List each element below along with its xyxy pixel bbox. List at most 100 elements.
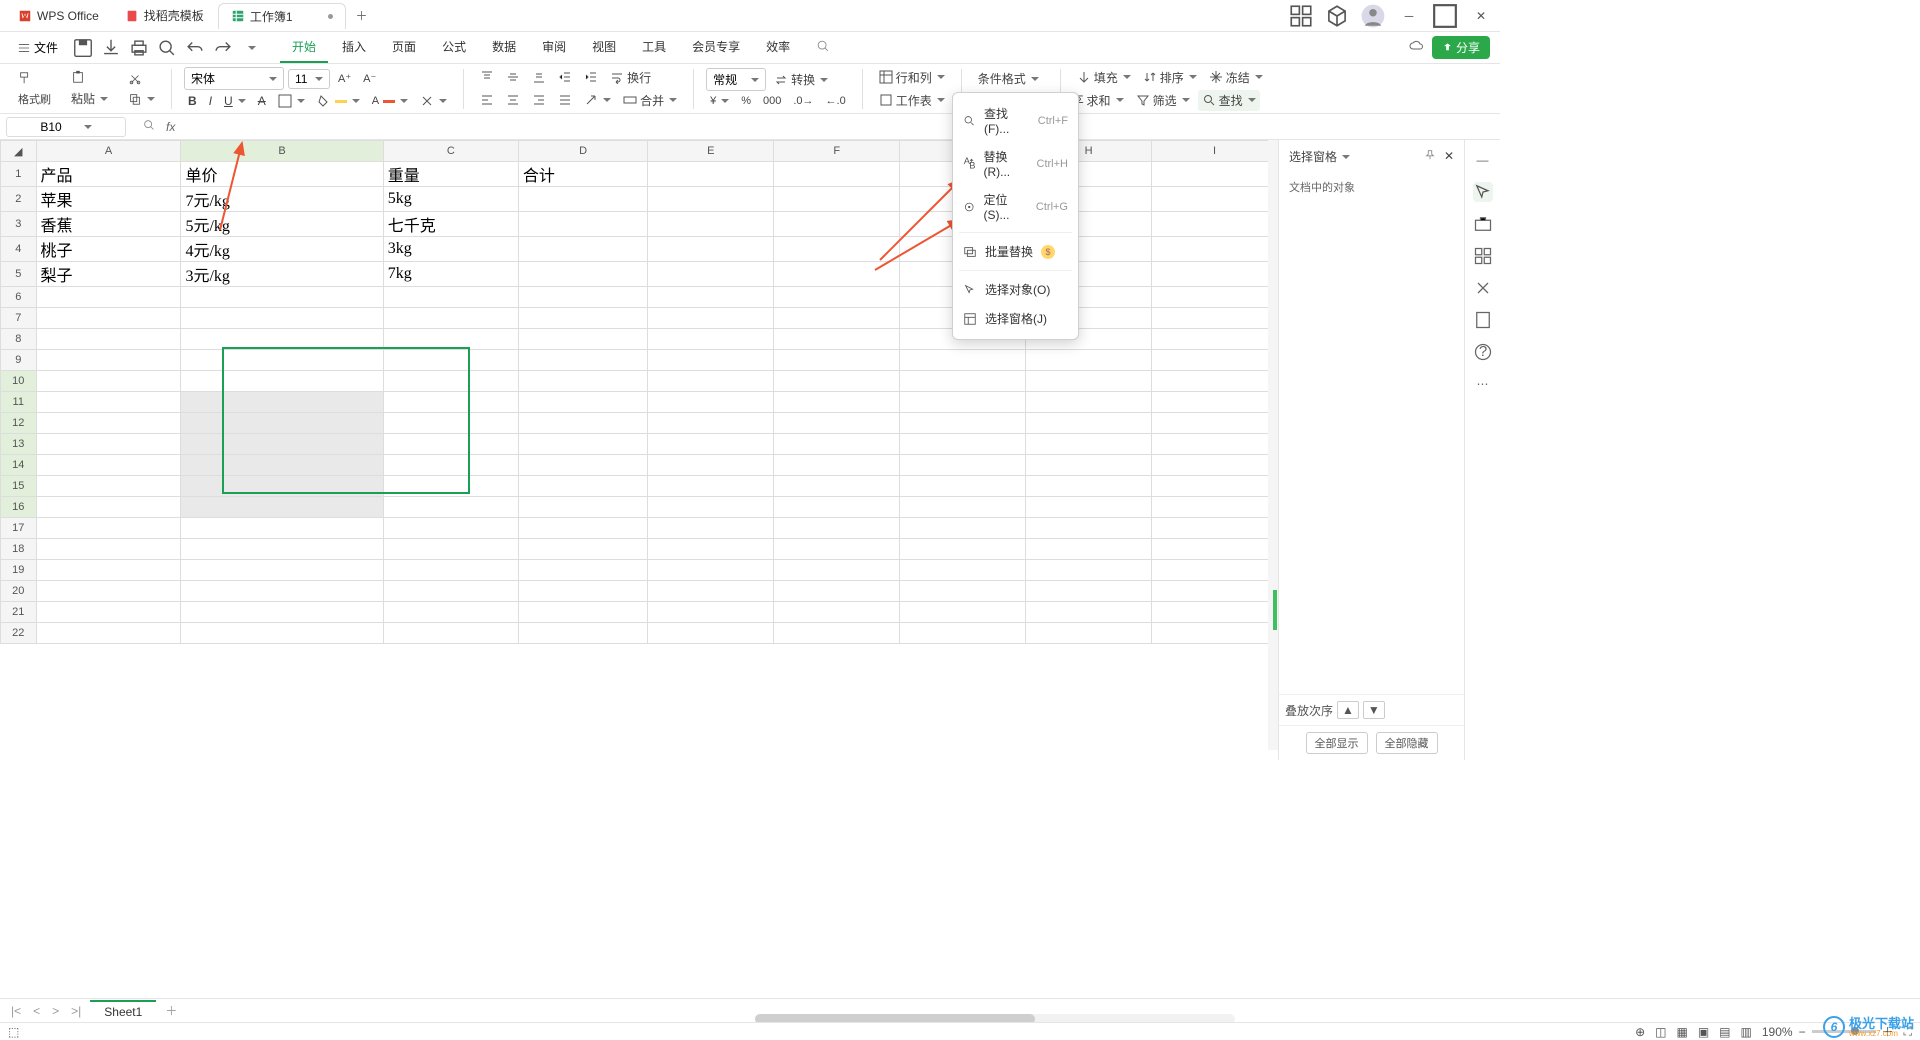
- inc-font[interactable]: A⁺: [334, 70, 355, 87]
- freeze[interactable]: 冻结: [1205, 67, 1267, 88]
- rowh[interactable]: 9: [1, 350, 37, 371]
- number-format[interactable]: 常规: [706, 68, 766, 91]
- share-button[interactable]: 分享: [1432, 36, 1490, 59]
- align-just[interactable]: [554, 91, 576, 109]
- select-tool-icon[interactable]: [1473, 182, 1493, 202]
- rowh[interactable]: 7: [1, 308, 37, 329]
- status-icon[interactable]: ▦: [1676, 1025, 1687, 1039]
- tab-template[interactable]: 找稻壳模板: [113, 3, 216, 28]
- fill-color[interactable]: [313, 92, 364, 110]
- align-right[interactable]: [528, 91, 550, 109]
- cloud-icon[interactable]: [1408, 38, 1424, 57]
- tab-efficiency[interactable]: 效率: [754, 32, 802, 63]
- font-size-select[interactable]: 11: [288, 69, 330, 89]
- rowcol[interactable]: 行和列: [875, 67, 949, 88]
- fill[interactable]: 填充: [1073, 67, 1135, 88]
- view-page-icon[interactable]: ▤: [1719, 1025, 1730, 1039]
- rowh[interactable]: 6: [1, 287, 37, 308]
- dec-font[interactable]: A⁻: [359, 70, 380, 87]
- cell[interactable]: 5元/kg: [181, 212, 383, 237]
- menu-batch-replace[interactable]: 批量替换 $: [953, 237, 1078, 266]
- status-icon[interactable]: ◫: [1655, 1025, 1666, 1039]
- cut[interactable]: [124, 70, 159, 88]
- quick-more[interactable]: [240, 37, 262, 59]
- sheet-add[interactable]: ＋: [162, 1002, 180, 1019]
- cell[interactable]: 5kg: [383, 187, 518, 212]
- tab-review[interactable]: 审阅: [530, 32, 578, 63]
- rowh[interactable]: 12: [1, 413, 37, 434]
- fx-label[interactable]: fx: [166, 120, 175, 134]
- colh-E[interactable]: E: [648, 141, 774, 162]
- copy[interactable]: [124, 90, 159, 108]
- cell[interactable]: 7元/kg: [181, 187, 383, 212]
- maximize-button[interactable]: [1432, 3, 1458, 29]
- rowh[interactable]: 19: [1, 560, 37, 581]
- hide-all-button[interactable]: 全部隐藏: [1376, 732, 1438, 754]
- tab-member[interactable]: 会员专享: [680, 32, 752, 63]
- colh-F[interactable]: F: [774, 141, 900, 162]
- vscroll[interactable]: [1268, 140, 1278, 750]
- dec-inc[interactable]: .0→: [789, 93, 817, 109]
- bold[interactable]: B: [184, 92, 201, 110]
- rowh[interactable]: 4: [1, 237, 37, 262]
- tab-view[interactable]: 视图: [580, 32, 628, 63]
- status-mode-icon[interactable]: ⬚: [8, 1025, 19, 1039]
- cell[interactable]: 七千克: [383, 212, 518, 237]
- colh-B[interactable]: B: [181, 141, 383, 162]
- colh-D[interactable]: D: [518, 141, 648, 162]
- app-icon[interactable]: [1288, 3, 1314, 29]
- rowh[interactable]: 18: [1, 539, 37, 560]
- cell[interactable]: 4元/kg: [181, 237, 383, 262]
- align-top[interactable]: [476, 68, 498, 86]
- percent[interactable]: %: [737, 93, 755, 109]
- find[interactable]: 查找: [1198, 90, 1260, 111]
- menu-select-objects[interactable]: 选择对象(O): [953, 275, 1078, 304]
- wrap[interactable]: 换行: [606, 67, 655, 88]
- paste[interactable]: [67, 68, 112, 86]
- colh-A[interactable]: A: [36, 141, 181, 162]
- rowh[interactable]: 8: [1, 329, 37, 350]
- underline[interactable]: U: [220, 92, 250, 110]
- cube-icon[interactable]: [1324, 3, 1350, 29]
- cell[interactable]: 重量: [383, 162, 518, 187]
- ribbon-search-icon[interactable]: [816, 39, 830, 56]
- sheet-nav-first[interactable]: |<: [8, 1004, 24, 1018]
- rowh[interactable]: 5: [1, 262, 37, 287]
- cell[interactable]: 3kg: [383, 237, 518, 262]
- indent-dec[interactable]: [554, 68, 576, 86]
- tab-add[interactable]: ＋: [348, 1, 376, 30]
- worksheet[interactable]: 工作表: [875, 90, 949, 111]
- tab-workbook[interactable]: 工作簿1: [218, 3, 346, 29]
- sort[interactable]: 排序: [1139, 67, 1201, 88]
- rowh[interactable]: 10: [1, 371, 37, 392]
- save-icon[interactable]: [72, 37, 94, 59]
- align-left[interactable]: [476, 91, 498, 109]
- rowh[interactable]: 20: [1, 581, 37, 602]
- bookmark-icon[interactable]: [1473, 310, 1493, 330]
- rowh[interactable]: 3: [1, 212, 37, 237]
- rowh[interactable]: 22: [1, 623, 37, 644]
- rowh[interactable]: 2: [1, 187, 37, 212]
- cell[interactable]: 单价: [181, 162, 383, 187]
- components-icon[interactable]: [1473, 246, 1493, 266]
- clear-format[interactable]: [416, 92, 451, 110]
- orient[interactable]: [580, 91, 615, 109]
- dec-dec[interactable]: ←.0: [822, 93, 850, 109]
- minimize-button[interactable]: ─: [1396, 3, 1422, 29]
- collapse-icon[interactable]: —: [1473, 150, 1493, 170]
- merge[interactable]: 合并: [619, 90, 681, 111]
- filter[interactable]: 筛选: [1132, 90, 1194, 111]
- select-all-corner[interactable]: ◢: [1, 141, 37, 162]
- tab-data[interactable]: 数据: [480, 32, 528, 63]
- cell[interactable]: 梨子: [36, 262, 181, 287]
- redo-icon[interactable]: [212, 37, 234, 59]
- align-center[interactable]: [502, 91, 524, 109]
- settings-icon[interactable]: [1473, 278, 1493, 298]
- file-menu[interactable]: 文件: [10, 35, 66, 60]
- align-bot[interactable]: [528, 68, 550, 86]
- menu-find[interactable]: 查找(F)... Ctrl+F: [953, 99, 1078, 142]
- avatar-icon[interactable]: [1360, 3, 1386, 29]
- rowh[interactable]: 16: [1, 497, 37, 518]
- undo-icon[interactable]: [184, 37, 206, 59]
- format-painter[interactable]: [14, 69, 55, 87]
